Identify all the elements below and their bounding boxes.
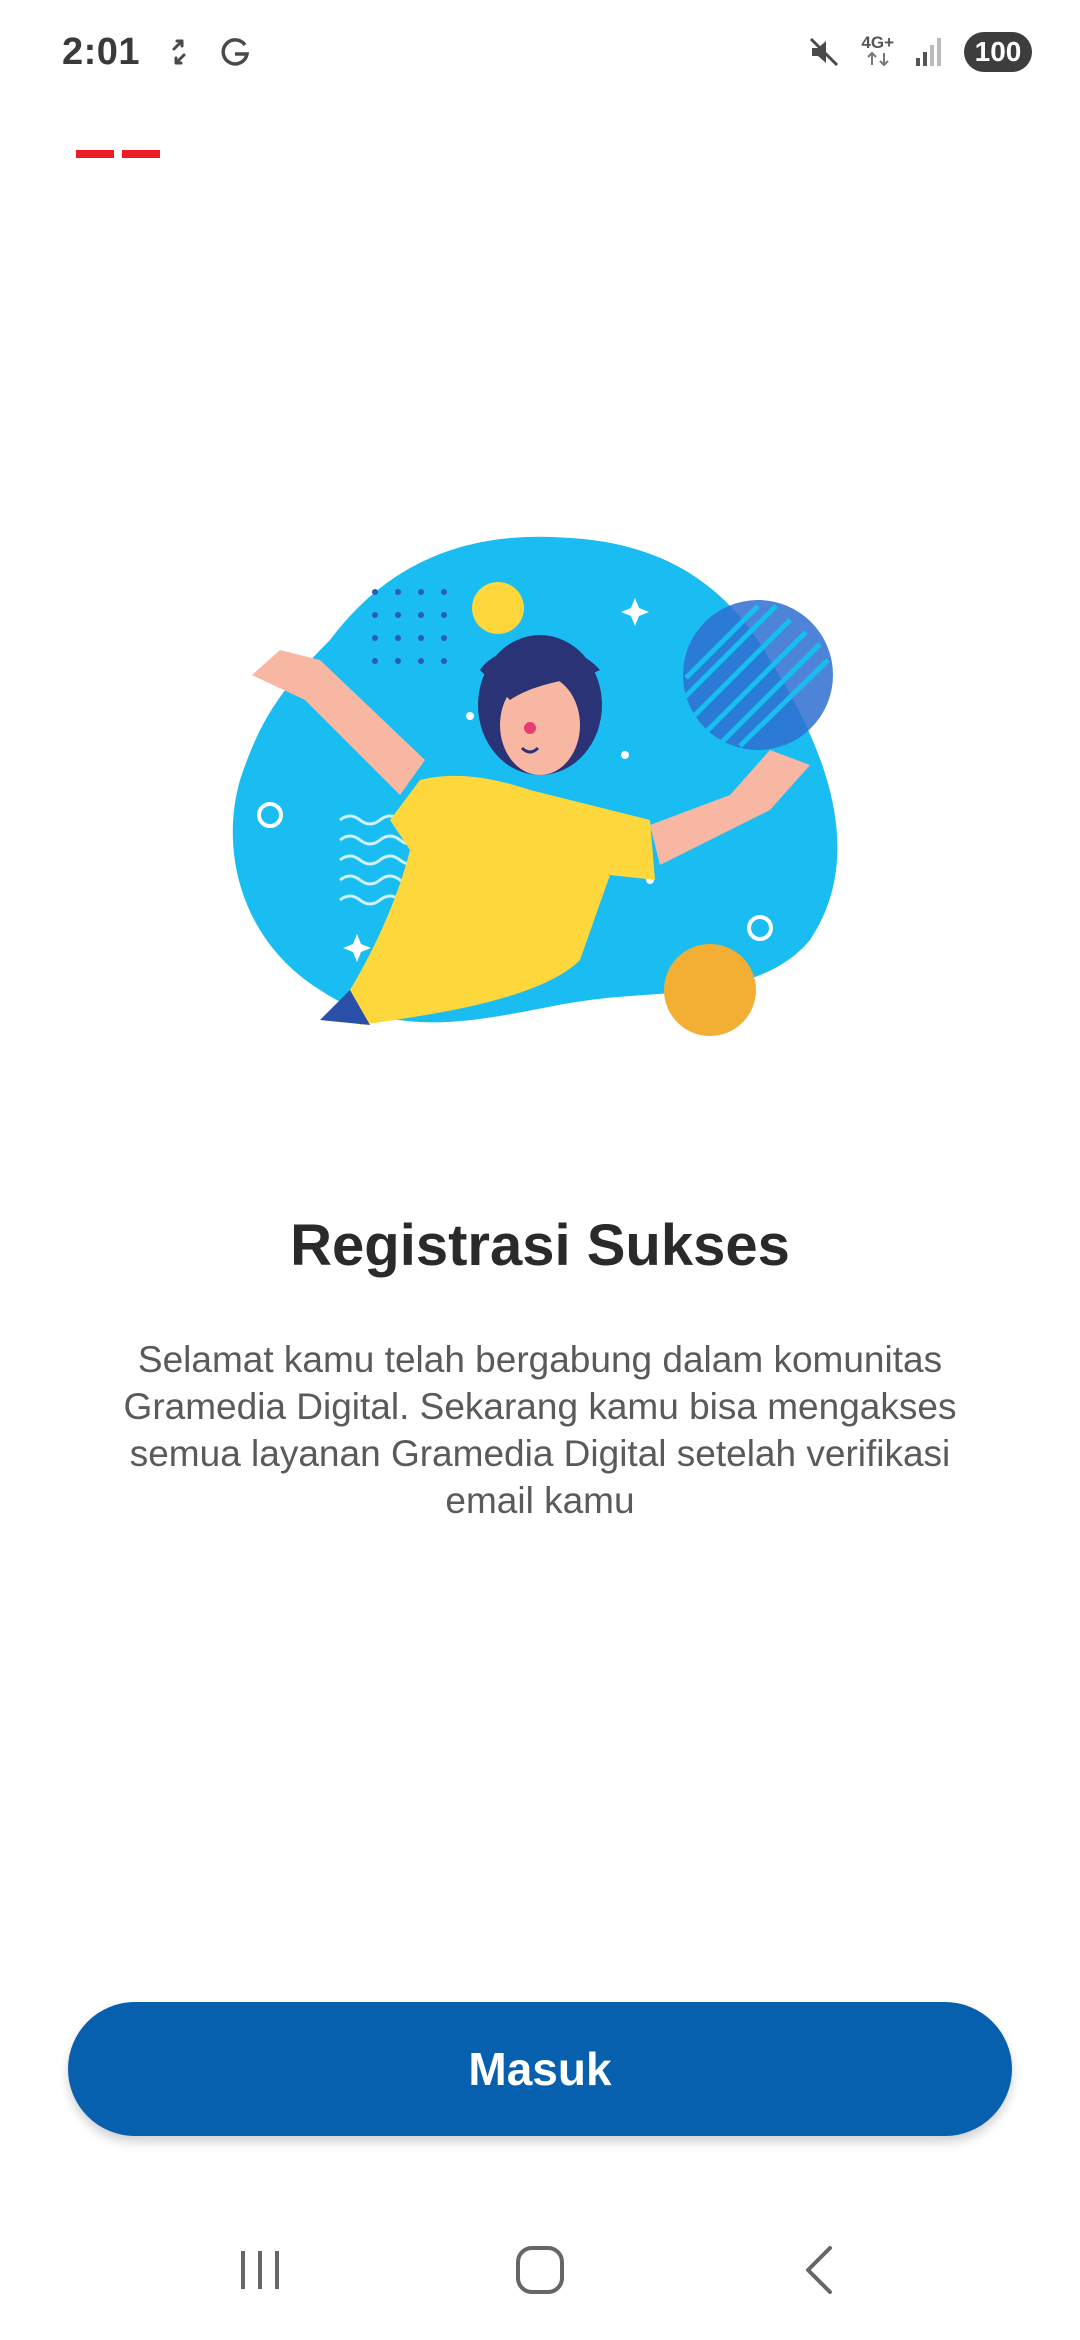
yellow-dot [472, 582, 524, 634]
home-icon [516, 2246, 564, 2294]
recent-apps-button[interactable] [200, 2225, 320, 2315]
signal-icon [914, 36, 944, 68]
back-icon [806, 2246, 832, 2294]
brand-mark [76, 150, 160, 158]
recent-apps-icon [241, 2251, 279, 2289]
status-right: 4G+ 100 [807, 32, 1032, 72]
home-button[interactable] [480, 2225, 600, 2315]
mute-icon [807, 35, 841, 69]
success-message: Selamat kamu telah bergabung dalam komun… [123, 1339, 957, 1521]
page-title: Registrasi Sukses [290, 1213, 790, 1278]
sync-icon [166, 37, 192, 67]
login-button-label: Masuk [468, 2043, 612, 2095]
system-nav-bar [0, 2200, 1080, 2340]
login-button[interactable]: Masuk [68, 2002, 1012, 2136]
registration-success-screen: 2:01 4G+ 100 Registrasi Sukses Selamat k… [0, 0, 1080, 2340]
data-arrows-icon [866, 51, 889, 67]
network-type-label: 4G+ [861, 33, 894, 52]
status-time: 2:01 [62, 30, 141, 73]
battery-indicator: 100 [964, 32, 1032, 72]
status-left: 2:01 [62, 31, 252, 74]
orange-dot [664, 944, 756, 1036]
status-bar: 2:01 4G+ 100 [0, 0, 1080, 104]
back-button[interactable] [760, 2225, 880, 2315]
brand-dash [76, 150, 114, 158]
network-type: 4G+ [861, 34, 894, 70]
google-icon [218, 35, 252, 69]
brand-dash [122, 150, 160, 158]
success-illustration [232, 536, 838, 1036]
